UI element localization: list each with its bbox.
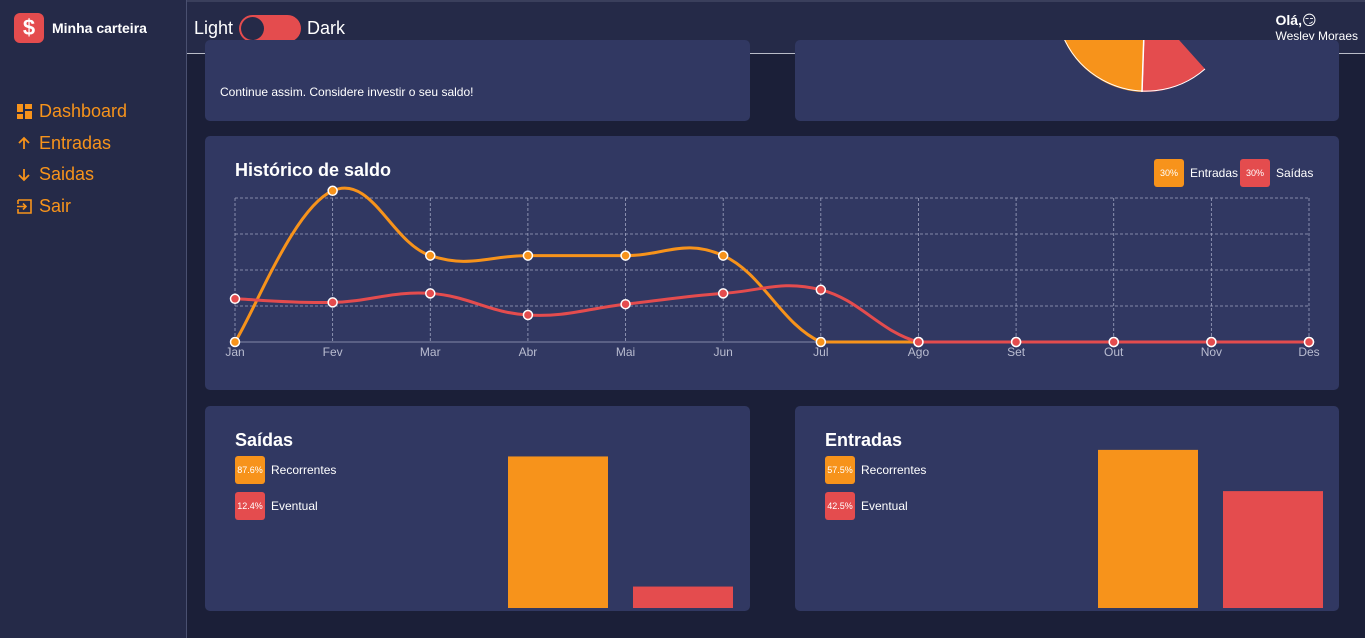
brand-name: Minha carteira: [52, 20, 147, 36]
data-point[interactable]: [1303, 336, 1315, 348]
data-point[interactable]: [1206, 336, 1217, 348]
data-point[interactable]: [620, 298, 631, 310]
history-line-chart: Jan Fev Mar Abr Mai Jun Jul Ago Set Out Nov Des: [225, 185, 1320, 359]
bar-eventual[interactable]: [1223, 491, 1323, 608]
data-point[interactable]: [620, 250, 631, 261]
entradas-bar-chart: [1098, 449, 1323, 608]
light-label: Light: [194, 18, 234, 38]
x-tick-label: Abr: [519, 345, 538, 359]
series-line-entradas: [233, 186, 1309, 344]
entradas-card: Entradas 57.5% Recorrentes 42.5% Eventua…: [795, 406, 1339, 611]
x-tick-label: Mar: [420, 345, 441, 359]
x-tick-label: Mai: [616, 345, 635, 359]
toggle-knob: [241, 17, 265, 40]
data-point[interactable]: [327, 185, 338, 197]
bar-recorrentes[interactable]: [508, 456, 608, 608]
data-point[interactable]: [815, 284, 827, 296]
data-point[interactable]: [815, 336, 827, 348]
pie-slice-saidas: [1142, 40, 1205, 93]
history-card: Histórico de saldo 30% Entradas 30% Saíd…: [205, 136, 1339, 390]
data-point[interactable]: [717, 288, 729, 299]
dark-label: Dark: [307, 18, 346, 38]
message-text: Continue assim. Considere investir o seu…: [220, 85, 474, 99]
data-point[interactable]: [717, 250, 729, 261]
sidebar-item-sair[interactable]: Sair: [16, 191, 127, 223]
exit-icon: [16, 198, 32, 214]
bar-eventual[interactable]: [633, 586, 733, 608]
sidebar-item-saidas[interactable]: Saidas: [16, 159, 127, 191]
x-tick-label: Fev: [323, 345, 343, 359]
saidas-card: Saídas 87.6% Recorrentes 12.4% Eventual: [205, 406, 750, 611]
sidebar-item-label: Saidas: [39, 164, 95, 185]
saidas-bar-chart: [508, 456, 733, 608]
data-point[interactable]: [522, 309, 534, 321]
sidebar-menu: Dashboard Entradas Saidas Sair: [16, 96, 127, 222]
data-point[interactable]: [327, 297, 338, 308]
user-profile: Olá,😏 Wesley Moraes: [1276, 12, 1358, 43]
pie-card: [795, 40, 1339, 121]
sidebar-item-entradas[interactable]: Entradas: [16, 128, 127, 160]
bar-recorrentes[interactable]: [1098, 449, 1198, 608]
sidebar-item-dashboard[interactable]: Dashboard: [16, 96, 127, 128]
data-point[interactable]: [1010, 336, 1022, 348]
x-tick-label: Jun: [714, 345, 733, 359]
arrow-up-icon: [16, 135, 32, 151]
sidebar-item-label: Dashboard: [39, 101, 128, 122]
arrow-down-icon: [16, 167, 32, 183]
series-line-saídas: [234, 284, 1309, 344]
sidebar-item-label: Sair: [39, 195, 72, 216]
brand[interactable]: $ Minha carteira: [14, 13, 147, 43]
data-point[interactable]: [229, 336, 241, 348]
sidebar-item-label: Entradas: [39, 132, 112, 153]
data-point[interactable]: [522, 250, 534, 261]
sidebar: $ Minha carteira Dashboard Entradas Said…: [0, 0, 187, 638]
theme-toggle-group: Light Dark: [194, 15, 345, 42]
dashboard-icon: [16, 104, 32, 120]
greeting: Olá,😏: [1275, 12, 1317, 28]
pie-chart: [1064, 40, 1206, 93]
theme-toggle[interactable]: [239, 15, 302, 42]
data-point[interactable]: [229, 293, 241, 305]
message-card: Continue assim. Considere investir o seu…: [205, 40, 750, 121]
data-point[interactable]: [1108, 336, 1119, 348]
data-point[interactable]: [425, 288, 436, 299]
data-point[interactable]: [913, 336, 924, 348]
data-point[interactable]: [425, 250, 436, 261]
dollar-logo-icon: $: [14, 13, 44, 43]
